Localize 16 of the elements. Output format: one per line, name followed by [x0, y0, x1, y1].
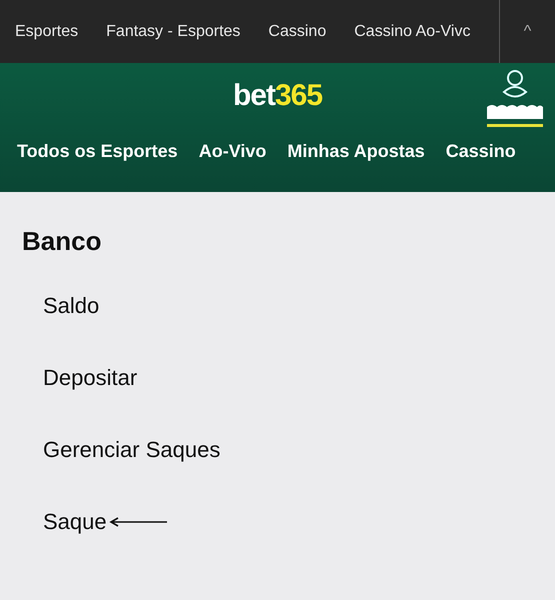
menu-link[interactable]: Minhas Apostas [287, 141, 425, 162]
arrow [108, 517, 169, 527]
section-title: Banco [22, 226, 102, 257]
nav-link[interactable]: Esportes [15, 22, 78, 40]
menu-link[interactable]: Todos os Esportes [17, 141, 178, 162]
nav-link[interactable]: Fantasy - Esportes [106, 22, 240, 40]
nav-link[interactable]: Cassino Ao-Vivc [354, 22, 470, 40]
menu-link[interactable]: Cassino [446, 141, 516, 162]
menu-link[interactable]: Ao-Vivo [198, 141, 266, 162]
menu-item[interactable]: Gerenciar Saques [43, 437, 220, 463]
menu-item[interactable]: Saque [43, 509, 107, 535]
nav-link[interactable]: Cassino [268, 22, 326, 40]
account-icon[interactable] [487, 69, 543, 127]
menu-item[interactable]: Depositar [43, 365, 138, 391]
logo[interactable]: bet365 [232, 79, 322, 113]
menu-item[interactable]: Saldo [43, 293, 100, 319]
